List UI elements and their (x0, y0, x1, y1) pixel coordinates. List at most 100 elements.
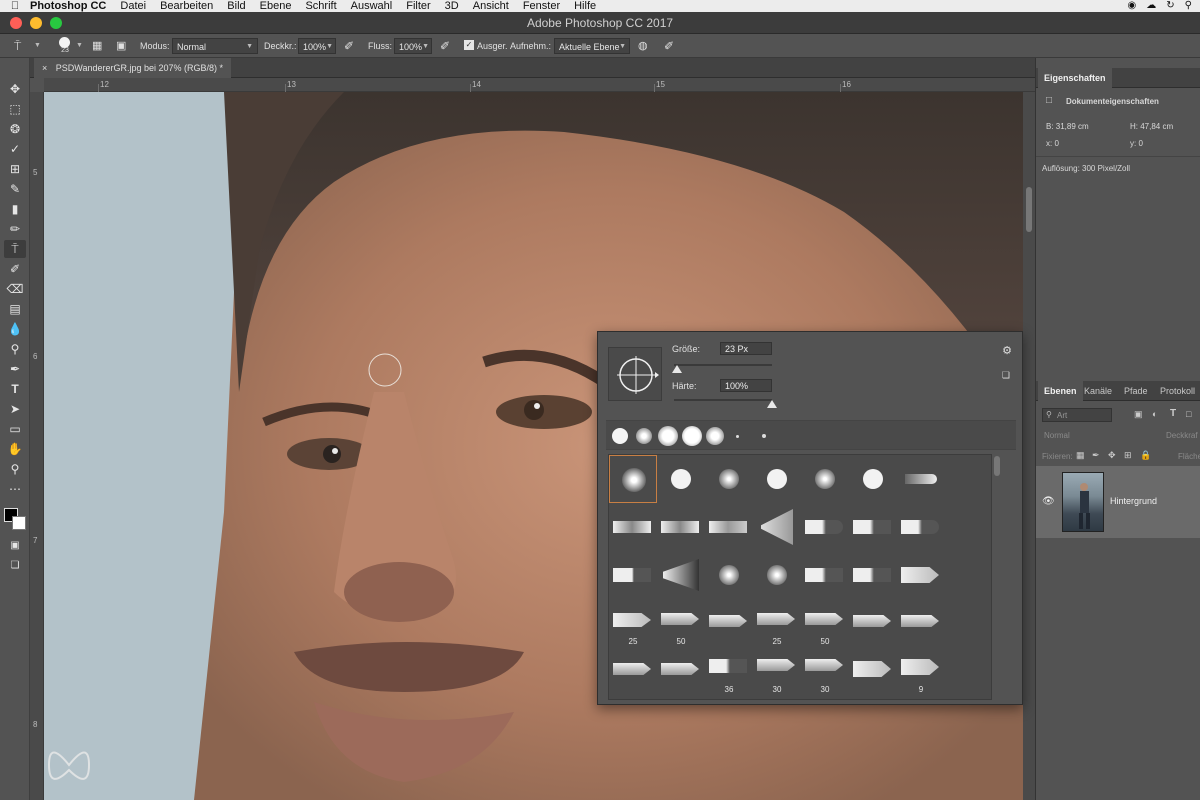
brush-hardness-slider[interactable] (674, 399, 772, 401)
lock-transparent-pixels-icon[interactable]: ▦ (1076, 450, 1085, 461)
brush-preset-pencil[interactable] (609, 647, 657, 695)
sample-select[interactable]: Aktuelle Ebene ▼ (554, 38, 630, 54)
mode-select[interactable]: Normal ▼ (172, 38, 258, 54)
layer-visibility-eye-icon[interactable]: 👁 (1042, 496, 1055, 507)
pen-tool-icon[interactable]: ✒ (4, 360, 26, 378)
lock-image-pixels-icon[interactable]: ✒ (1092, 450, 1100, 461)
crop-tool-icon[interactable]: ⊞ (4, 160, 26, 178)
screen-mode-icon[interactable]: ❏ (4, 556, 26, 574)
recent-brush-hard[interactable] (612, 428, 628, 444)
brush-picker-caret-icon[interactable]: ▼ (76, 38, 83, 54)
brush-hardness-input[interactable]: 100% (720, 379, 772, 392)
brush-preset-bristle[interactable] (801, 503, 849, 551)
brush-preset-pencil[interactable]: 50 (657, 599, 705, 647)
brush-preset-bristle[interactable] (657, 503, 705, 551)
brush-preset-fan[interactable] (753, 503, 801, 551)
eyedropper-tool-icon[interactable]: ✎ (4, 180, 26, 198)
tab-pfade[interactable]: Pfade (1124, 381, 1148, 401)
brush-preset-pencil[interactable] (849, 599, 897, 647)
brush-preset-pencil[interactable]: 50 (801, 599, 849, 647)
clone-stamp-tool-icon[interactable]: ⍑ (4, 240, 26, 258)
menu-3d[interactable]: 3D (445, 0, 459, 12)
brush-preset-bristle[interactable] (801, 551, 849, 599)
lock-all-icon[interactable]: 🔒 (1140, 450, 1151, 461)
lock-position-icon[interactable]: ✥ (1108, 450, 1116, 461)
clone-stamp-tool-preset-icon[interactable]: ⍑ (14, 38, 21, 54)
brush-size-input[interactable]: 23 Px (720, 342, 772, 355)
close-tab-icon[interactable]: × (42, 63, 47, 73)
lasso-tool-icon[interactable]: ❂ (4, 120, 26, 138)
brush-preset-pencil[interactable]: 30 (753, 647, 801, 695)
search-icon[interactable]: ⚲ (1185, 0, 1192, 12)
dodge-tool-icon[interactable]: ⚲ (4, 340, 26, 358)
filter-type-layers-icon[interactable]: T (1170, 408, 1176, 419)
sync-icon[interactable]: ↻ (1166, 0, 1174, 12)
brush-preset-bristle[interactable] (849, 551, 897, 599)
brush-tool-icon[interactable]: ✏ (4, 220, 26, 238)
vertical-ruler[interactable]: 5 6 7 8 (30, 92, 44, 800)
marquee-tool-icon[interactable]: ⬚ (4, 100, 26, 118)
cloud-icon[interactable]: ☁ (1146, 0, 1156, 12)
filter-pixel-layers-icon[interactable]: ▣ (1134, 409, 1143, 420)
ignore-adjustment-layers-icon[interactable]: ◍ (638, 38, 648, 54)
brush-preset-bristle[interactable] (849, 503, 897, 551)
document-tab[interactable]: × PSDWandererGR.jpg bei 207% (RGB/8) * (34, 58, 232, 78)
brush-preset-pencil[interactable] (705, 599, 753, 647)
brush-preset-pencil[interactable] (897, 599, 945, 647)
new-brush-preset-icon[interactable]: ❏ (1002, 370, 1010, 381)
brush-picker-settings-gear-icon[interactable]: ⚙ (1002, 344, 1012, 357)
brush-preset-pencil[interactable]: 30 (801, 647, 849, 695)
menu-schrift[interactable]: Schrift (305, 0, 336, 12)
quick-selection-tool-icon[interactable]: ✓ (4, 140, 26, 158)
filter-shape-layers-icon[interactable]: □ (1186, 409, 1191, 419)
brush-preset-bristle[interactable] (609, 551, 657, 599)
recent-brush-tiny[interactable] (736, 435, 739, 438)
tab-eigenschaften[interactable]: Eigenschaften (1038, 68, 1112, 88)
blur-tool-icon[interactable]: 💧 (4, 320, 26, 338)
brush-preset-selected[interactable] (609, 455, 657, 503)
clone-source-icon[interactable]: ▣ (116, 38, 126, 54)
recent-brush-tiny-2[interactable] (762, 434, 766, 438)
menu-fenster[interactable]: Fenster (523, 0, 560, 12)
menu-filter[interactable]: Filter (406, 0, 430, 12)
path-selection-tool-icon[interactable]: ➤ (4, 400, 26, 418)
brush-preset[interactable] (801, 455, 849, 503)
quick-mask-icon[interactable]: ▣ (4, 536, 26, 554)
menu-app-name[interactable]: Photoshop CC (30, 0, 106, 12)
brush-preset-pencil[interactable]: 25 (753, 599, 801, 647)
menu-bearbeiten[interactable]: Bearbeiten (160, 0, 213, 12)
brush-preset[interactable] (753, 455, 801, 503)
brush-preset-picker[interactable]: 23 (56, 36, 74, 56)
brush-preset[interactable] (753, 551, 801, 599)
scrollbar-thumb[interactable] (1026, 187, 1032, 232)
layer-filter-select[interactable]: ⚲ Art (1042, 408, 1112, 422)
brush-preset[interactable] (657, 455, 705, 503)
tool-preset-caret-icon[interactable]: ▼ (34, 38, 41, 54)
menu-hilfe[interactable]: Hilfe (574, 0, 596, 12)
brush-preset[interactable] (705, 551, 753, 599)
tab-kanaele[interactable]: Kanäle (1084, 381, 1112, 401)
brush-preset-marker[interactable] (897, 551, 945, 599)
brush-preset-bristle[interactable] (609, 503, 657, 551)
brush-preset-fan[interactable] (657, 551, 705, 599)
canvas-vertical-scrollbar[interactable] (1023, 92, 1035, 800)
menu-datei[interactable]: Datei (120, 0, 146, 12)
record-icon[interactable]: ◉ (1128, 0, 1137, 12)
brush-preset-pencil[interactable]: 25 (609, 599, 657, 647)
menu-ebene[interactable]: Ebene (260, 0, 292, 12)
opacity-input[interactable]: 100% ▼ (298, 38, 336, 54)
lock-artboard-icon[interactable]: ⊞ (1124, 450, 1132, 461)
tab-protokoll[interactable]: Protokoll (1160, 381, 1195, 401)
menu-ansicht[interactable]: Ansicht (473, 0, 509, 12)
brush-preset-marker[interactable] (849, 647, 897, 695)
apple-icon[interactable]:  (0, 0, 30, 12)
brush-preset-bristle[interactable] (897, 503, 945, 551)
filter-adjustment-layers-icon[interactable]: ◐ (1152, 409, 1157, 419)
horizontal-ruler[interactable]: 12 13 14 15 16 (44, 78, 1035, 92)
brush-preset-marker[interactable]: 9 (897, 647, 945, 695)
pressure-opacity-icon[interactable]: ✐ (344, 38, 354, 54)
layer-row-hintergrund[interactable]: 👁 Hintergrund (1036, 466, 1200, 538)
pressure-size-icon[interactable]: ✐ (664, 38, 674, 54)
brush-preset-bristle[interactable] (897, 455, 945, 503)
zoom-tool-icon[interactable]: ⚲ (4, 460, 26, 478)
